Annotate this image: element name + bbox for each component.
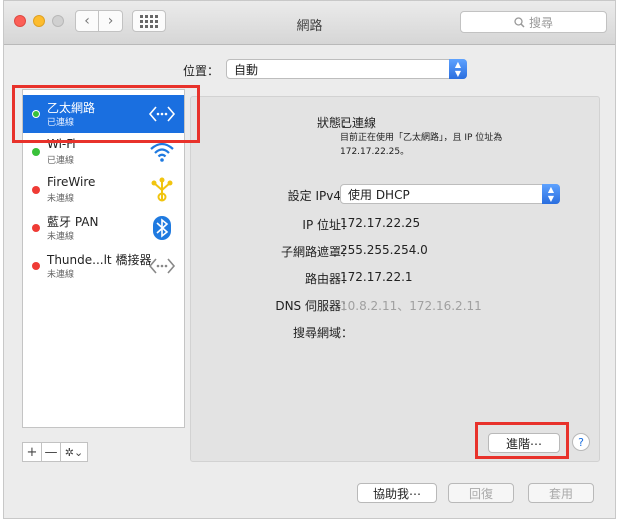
status-dot-connected xyxy=(32,148,40,156)
popup-stepper-icon: ▲ ▼ xyxy=(542,184,560,204)
location-label: 位置： xyxy=(183,64,220,78)
service-status: 未連線 xyxy=(47,194,75,204)
apply-button[interactable]: 套用 xyxy=(528,483,594,503)
search-placeholder: 搜尋 xyxy=(528,15,553,30)
dns-server-value: 10.8.2.11、172.16.2.11 xyxy=(340,299,482,313)
network-preferences-window: ‹ › 網路 搜尋 位置： 自動 ▲▼ 乙太網路 已連線 Wi-Fi 已連線 xyxy=(3,0,616,519)
toolbar: ‹ › 網路 搜尋 xyxy=(4,1,615,45)
revert-button[interactable]: 回復 xyxy=(448,483,514,503)
configure-ipv4-value: 使用 DHCP xyxy=(348,187,410,202)
bluetooth-icon xyxy=(148,215,176,241)
service-status: 未連線 xyxy=(47,232,75,242)
assist-me-button[interactable]: 協助我⋯ xyxy=(357,483,437,503)
service-item-firewire[interactable]: FireWire 未連線 xyxy=(23,171,184,209)
service-list-controls: + — ✲⌄ xyxy=(22,442,88,462)
thunderbolt-bridge-icon xyxy=(148,253,176,279)
service-item-bluetooth-pan[interactable]: 藍牙 PAN 未連線 xyxy=(23,209,184,247)
status-dot-disconnected xyxy=(32,224,40,232)
search-field[interactable]: 搜尋 xyxy=(460,11,607,33)
status-note-line: 目前正在使用「乙太網路」，且 IP 位址為 xyxy=(340,133,503,143)
subnet-mask-value: 255.255.254.0 xyxy=(340,243,428,257)
location-value: 自動 xyxy=(234,62,259,77)
location-popup[interactable]: 自動 ▲ ▼ xyxy=(226,59,467,79)
router-value: 172.17.22.1 xyxy=(340,270,413,284)
service-status: 未連線 xyxy=(47,270,75,280)
highlight-box-ethernet xyxy=(12,85,200,143)
search-domains-label: 搜尋網域： xyxy=(292,326,353,340)
action-menu-button[interactable]: ✲⌄ xyxy=(60,442,88,462)
magnifier-icon xyxy=(514,16,525,28)
remove-service-button[interactable]: — xyxy=(41,442,61,462)
service-name: 藍牙 PAN xyxy=(47,215,99,229)
status-dot-disconnected xyxy=(32,262,40,270)
popup-stepper-icon: ▲ ▼ xyxy=(449,59,467,79)
firewire-icon xyxy=(148,177,176,203)
add-service-button[interactable]: + xyxy=(22,442,42,462)
service-status: 已連線 xyxy=(47,156,75,166)
status-note-line: 172.17.22.25。 xyxy=(340,147,410,157)
service-item-thunderbolt-bridge[interactable]: Thunde...lt 橋接器 未連線 xyxy=(23,247,184,285)
configure-ipv4-popup[interactable]: 使用 DHCP ▲ ▼ xyxy=(340,184,560,204)
status-value: 已連線 xyxy=(340,116,377,130)
status-dot-disconnected xyxy=(32,186,40,194)
ip-address-value: 172.17.22.25 xyxy=(340,216,421,230)
highlight-box-advanced xyxy=(475,422,569,459)
service-name: FireWire xyxy=(47,175,96,189)
service-name: Thunde...lt 橋接器 xyxy=(47,253,152,267)
help-button[interactable]: ? xyxy=(572,433,590,451)
status-note: 目前正在使用「乙太網路」，且 IP 位址為 172.17.22.25。 xyxy=(340,131,502,159)
